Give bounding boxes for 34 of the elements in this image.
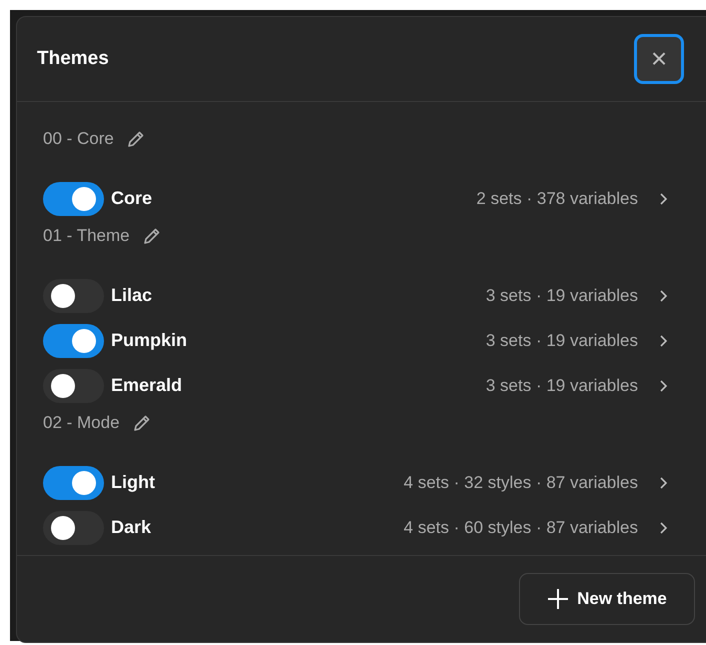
toggle-switch[interactable] [43, 368, 104, 402]
new-theme-button[interactable]: New theme [519, 573, 695, 625]
toggle-switch[interactable] [43, 510, 104, 544]
toggle-switch[interactable] [43, 278, 104, 312]
theme-summary: 3 sets · 19 variables [486, 374, 638, 397]
theme-name: Emerald [111, 374, 184, 397]
edit-icon[interactable] [142, 226, 162, 246]
chevron-icon[interactable] [658, 288, 668, 302]
group-heading: 01 - Theme [43, 224, 130, 247]
chevron-icon[interactable] [658, 334, 668, 348]
group-heading: 02 - Mode [43, 412, 120, 434]
close-button[interactable]: × [634, 34, 684, 84]
theme-summary: 4 sets · 60 styles · 87 variables [404, 516, 638, 539]
theme-summary: 4 sets · 32 styles · 87 variables [404, 472, 638, 494]
toggle-switch[interactable] [43, 182, 104, 216]
edit-icon[interactable] [126, 128, 146, 148]
theme-summary: 3 sets · 19 variables [486, 330, 638, 352]
chevron-icon[interactable] [658, 476, 668, 490]
group-heading: 00 - Core [43, 128, 114, 150]
theme-summary: 3 sets · 19 variables [486, 284, 638, 307]
edit-icon[interactable] [132, 412, 152, 432]
toggle-switch[interactable] [43, 466, 104, 500]
theme-name: Light [111, 471, 156, 494]
theme-name: Core [111, 187, 154, 210]
dialog-title: Themes [37, 46, 109, 71]
plus-icon [547, 588, 570, 610]
chevron-icon[interactable] [658, 378, 668, 392]
theme-name: Lilac [111, 284, 154, 307]
theme-name: Dark [111, 516, 152, 539]
chevron-icon[interactable] [658, 520, 668, 534]
chevron-icon[interactable] [658, 192, 668, 206]
theme-name: Pumpkin [111, 329, 188, 352]
theme-summary: 2 sets · 378 variables [476, 188, 638, 210]
toggle-switch[interactable] [43, 324, 104, 358]
